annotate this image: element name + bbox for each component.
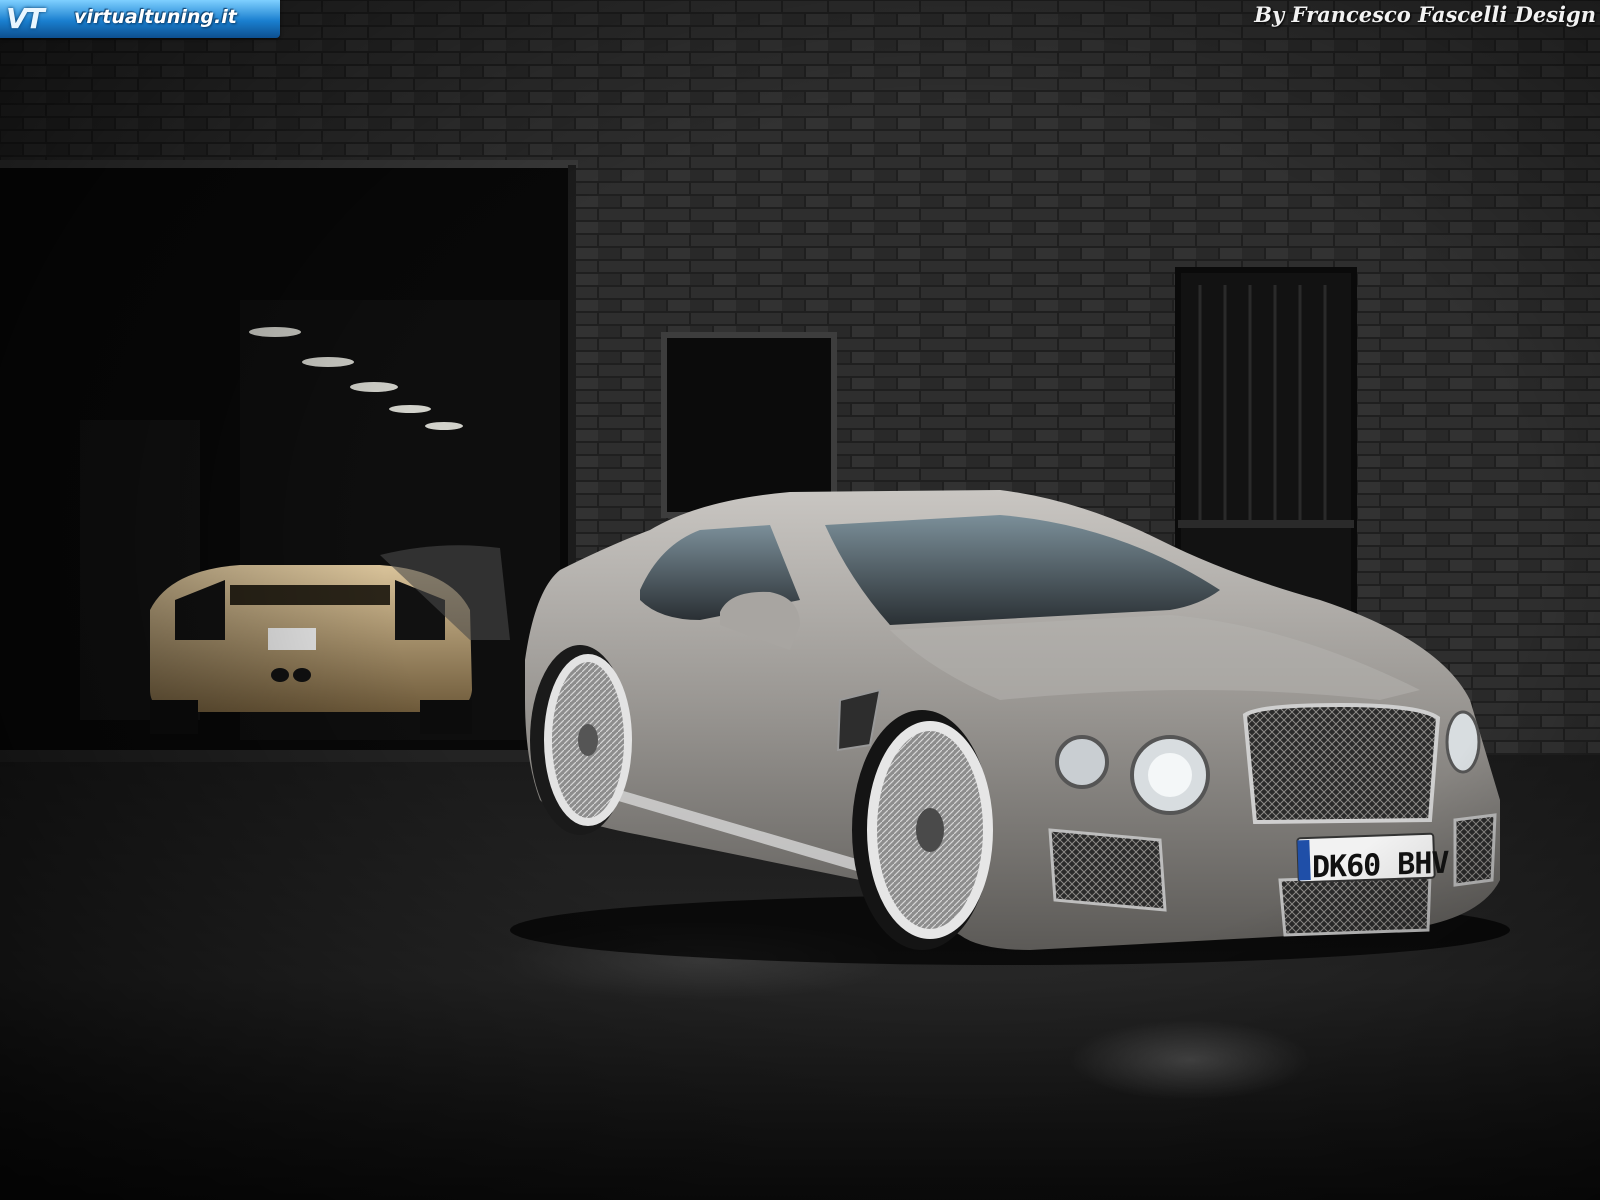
- license-plate-text: DK60 BHV: [1312, 845, 1449, 886]
- virtualtuning-logo: VT virtualtuning.it: [0, 0, 280, 38]
- logo-text: virtualtuning.it: [74, 6, 237, 28]
- logo-mark: VT: [6, 2, 45, 35]
- photo-scene: VT virtualtuning.it By Francesco Fascell…: [0, 0, 1600, 1200]
- scene-artwork: [0, 0, 1600, 1200]
- designer-credit: By Francesco Fascelli Design: [1254, 2, 1596, 27]
